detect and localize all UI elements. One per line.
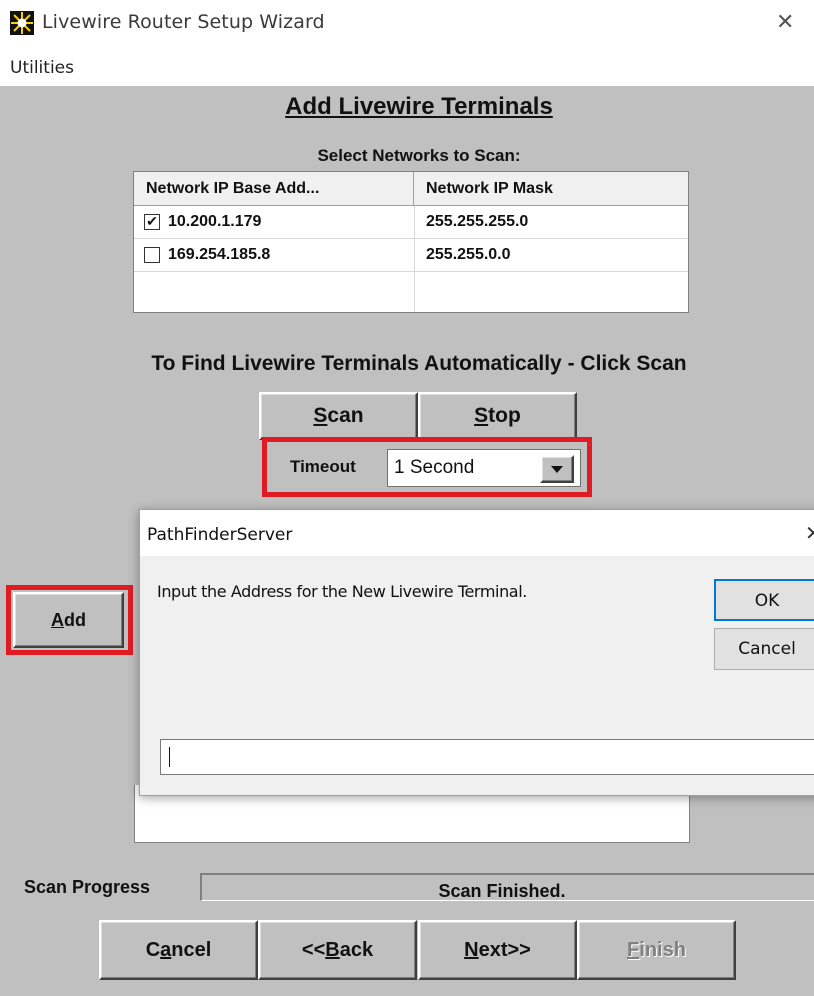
ok-button[interactable]: OK: [714, 579, 814, 621]
dialog-title: PathFinderServer: [147, 525, 293, 545]
progress-label: Scan Progress: [24, 877, 151, 897]
address-input[interactable]: [160, 739, 814, 775]
back-hotkey: B: [325, 939, 340, 961]
add-hotkey: A: [51, 610, 64, 630]
close-icon[interactable]: ✕: [776, 10, 794, 35]
timeout-label: Timeout: [290, 457, 356, 476]
next-button[interactable]: Next>>: [418, 920, 577, 980]
add-label: dd: [64, 610, 86, 630]
text-caret: [169, 747, 170, 767]
table-row[interactable]: 169.254.185.8 255.255.0.0: [134, 239, 688, 272]
next-hotkey: N: [464, 939, 479, 961]
chevron-down-icon[interactable]: [540, 455, 574, 483]
next-label-rest: ext>>: [478, 939, 531, 961]
network-checkbox[interactable]: ✔: [144, 214, 160, 230]
table-row[interactable]: ✔ 10.200.1.179 255.255.255.0: [134, 206, 688, 239]
network-ip: 169.254.185.8: [168, 246, 271, 263]
menu-utilities[interactable]: Utilities: [10, 58, 74, 78]
menu-bar: [0, 48, 814, 86]
column-header-ip-base[interactable]: Network IP Base Add...: [134, 172, 414, 206]
column-header-ip-mask[interactable]: Network IP Mask: [414, 172, 688, 206]
scan-button[interactable]: Scan: [259, 392, 418, 440]
timeout-dropdown[interactable]: 1 Second: [387, 449, 581, 487]
progress-status: Scan Finished.: [438, 881, 566, 901]
close-icon[interactable]: ✕: [805, 521, 814, 545]
window-title: Livewire Router Setup Wizard: [42, 11, 325, 33]
network-mask: 255.255.255.0: [426, 213, 529, 230]
back-label-rest: ack: [339, 939, 374, 961]
sunburst-app-icon: [10, 11, 34, 35]
stop-button[interactable]: Stop: [418, 392, 577, 440]
stop-label: top: [488, 404, 521, 427]
network-mask: 255.255.0.0: [426, 246, 511, 263]
finish-hotkey: F: [627, 939, 640, 961]
network-table: Network IP Base Add... Network IP Mask ✔…: [133, 171, 689, 313]
cancel-hotkey: a: [160, 939, 172, 961]
timeout-value: 1 Second: [394, 457, 475, 478]
network-ip: 10.200.1.179: [168, 213, 262, 230]
cancel-button[interactable]: Cancel: [99, 920, 258, 980]
cancel-label-rest: ncel: [171, 939, 212, 961]
page-title: Add Livewire Terminals: [285, 93, 553, 120]
scan-progress-bar: Scan Finished.: [200, 873, 814, 901]
stop-hotkey: S: [474, 404, 489, 427]
back-label-pre: <<: [301, 939, 326, 961]
scan-label: can: [327, 404, 364, 427]
network-checkbox[interactable]: [144, 247, 160, 263]
finish-button[interactable]: Finish: [577, 920, 736, 980]
add-button[interactable]: Add: [13, 592, 124, 648]
finish-label-rest: inish: [639, 939, 686, 961]
scan-hotkey: S: [313, 404, 328, 427]
back-button[interactable]: <<Back: [258, 920, 417, 980]
dialog-cancel-button[interactable]: Cancel: [714, 628, 814, 670]
dialog-prompt: Input the Address for the New Livewire T…: [157, 582, 527, 601]
scan-instructions: To Find Livewire Terminals Automatically…: [151, 352, 687, 375]
cancel-label-pre: C: [145, 939, 161, 961]
networks-label: Select Networks to Scan:: [317, 146, 521, 165]
address-dialog: PathFinderServer ✕ Input the Address for…: [139, 509, 814, 796]
